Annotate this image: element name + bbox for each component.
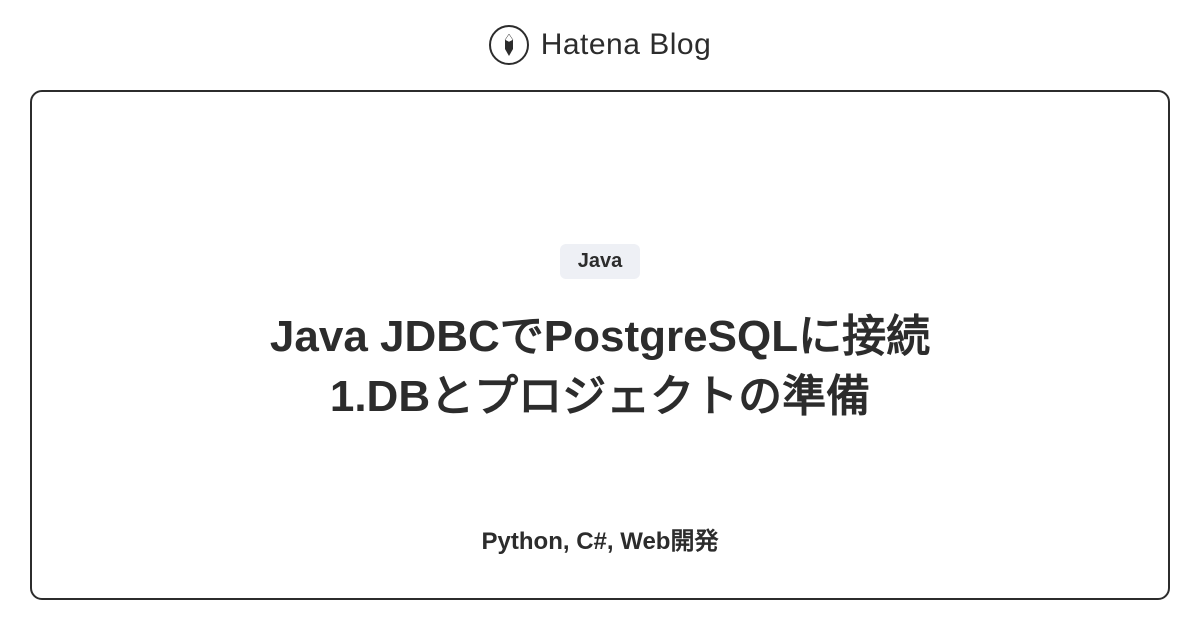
article-title: Java JDBCでPostgreSQLに接続1.DBとプロジェクトの準備 (270, 307, 930, 426)
brand-name: Hatena Blog (541, 28, 712, 62)
hatena-logo-icon (489, 25, 529, 65)
blog-name: Python, C#, Web開発 (482, 521, 719, 556)
site-header: Hatena Blog (0, 0, 1200, 90)
category-tag: Java (560, 244, 641, 279)
article-card: Java Java JDBCでPostgreSQLに接続1.DBとプロジェクトの… (30, 90, 1170, 600)
